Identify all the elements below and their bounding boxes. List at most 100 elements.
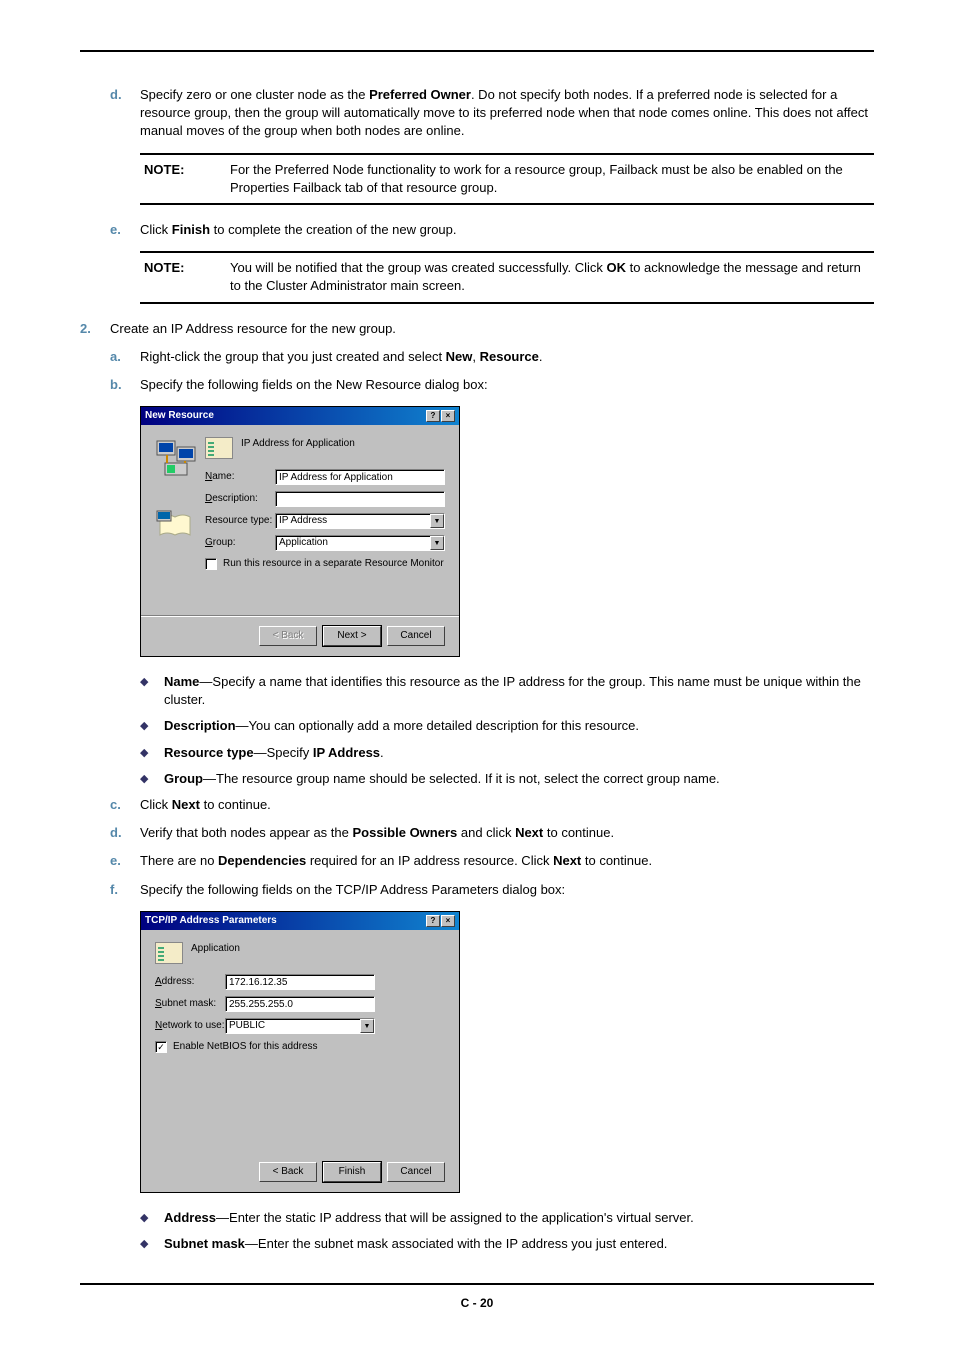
marker-c: c. bbox=[110, 796, 140, 814]
select-value: Application bbox=[279, 536, 328, 550]
header-row: IP Address for Application bbox=[205, 437, 445, 459]
step-2c-text: Click Next to continue. bbox=[140, 796, 874, 814]
netbios-checkbox[interactable]: ✓ bbox=[155, 1041, 167, 1053]
help-button[interactable]: ? bbox=[426, 915, 440, 927]
step-2b-text: Specify the following fields on the New … bbox=[140, 376, 874, 394]
window-buttons: ? × bbox=[426, 410, 455, 422]
back-button[interactable]: < Back bbox=[259, 1162, 317, 1182]
text: —Enter the static IP address that will b… bbox=[216, 1210, 694, 1225]
subnet-row: Subnet mask: 255.255.255.0 bbox=[155, 996, 445, 1012]
note-label: NOTE: bbox=[140, 259, 230, 295]
help-button[interactable]: ? bbox=[426, 410, 440, 422]
marker-f: f. bbox=[110, 881, 140, 899]
note-label: NOTE: bbox=[140, 161, 230, 197]
marker-d: d. bbox=[110, 86, 140, 141]
bold: Subnet mask bbox=[164, 1236, 245, 1251]
dropdown-arrow-icon: ▼ bbox=[360, 1019, 374, 1033]
group-select[interactable]: Application ▼ bbox=[275, 535, 445, 551]
wizard-graphic bbox=[155, 437, 205, 607]
address-label: Address: bbox=[155, 975, 225, 989]
description-label: Description: bbox=[205, 492, 275, 506]
network-label: Network to use: bbox=[155, 1019, 225, 1033]
separate-monitor-checkbox[interactable] bbox=[205, 558, 217, 570]
bold: Name bbox=[164, 674, 199, 689]
diamond-bullet-icon: ◆ bbox=[140, 717, 164, 735]
select-value: IP Address bbox=[279, 514, 327, 528]
bullets-tcpip: ◆ Address—Enter the static IP address th… bbox=[140, 1209, 874, 1253]
titlebar: TCP/IP Address Parameters ? × bbox=[141, 912, 459, 930]
dialog-body: Application Address: 172.16.12.35 Subnet… bbox=[141, 930, 459, 1152]
select-value: PUBLIC bbox=[229, 1019, 265, 1033]
name-input[interactable]: IP Address for Application bbox=[275, 469, 445, 485]
bold: Group bbox=[164, 771, 203, 786]
diamond-bullet-icon: ◆ bbox=[140, 673, 164, 709]
cancel-button[interactable]: Cancel bbox=[387, 1162, 445, 1182]
resource-icon bbox=[205, 437, 233, 459]
address-row: Address: 172.16.12.35 bbox=[155, 974, 445, 990]
bold: Address bbox=[164, 1210, 216, 1225]
next-button[interactable]: Next > bbox=[323, 626, 381, 646]
window-buttons: ? × bbox=[426, 915, 455, 927]
resource-type-row: Resource type: IP Address ▼ bbox=[205, 513, 445, 529]
marker-a: a. bbox=[110, 348, 140, 366]
bold: Next bbox=[172, 797, 200, 812]
bullet-text: Name—Specify a name that identifies this… bbox=[164, 673, 874, 709]
text: . bbox=[539, 349, 543, 364]
bold: Dependencies bbox=[218, 853, 306, 868]
subnet-input[interactable]: 255.255.255.0 bbox=[225, 996, 375, 1012]
diamond-bullet-icon: ◆ bbox=[140, 1235, 164, 1253]
marker-d2: d. bbox=[110, 824, 140, 842]
network-row: Network to use: PUBLIC ▼ bbox=[155, 1018, 445, 1034]
bullet-group: ◆ Group—The resource group name should b… bbox=[140, 770, 874, 788]
step-2-text: Create an IP Address resource for the ne… bbox=[110, 320, 874, 338]
bullet-name: ◆ Name—Specify a name that identifies th… bbox=[140, 673, 874, 709]
text: —The resource group name should be selec… bbox=[203, 771, 720, 786]
cancel-button[interactable]: Cancel bbox=[387, 626, 445, 646]
address-input[interactable]: 172.16.12.35 bbox=[225, 974, 375, 990]
book-icon bbox=[155, 505, 205, 550]
header-text: IP Address for Application bbox=[241, 437, 355, 451]
dropdown-arrow-icon: ▼ bbox=[430, 514, 444, 528]
description-input[interactable] bbox=[275, 491, 445, 507]
text: —Specify a name that identifies this res… bbox=[164, 674, 861, 707]
step-2e-text: There are no Dependencies required for a… bbox=[140, 852, 874, 870]
dialog-body: IP Address for Application Name: IP Addr… bbox=[141, 425, 459, 615]
finish-button[interactable]: Finish bbox=[323, 1162, 381, 1182]
step-1e-text: Click Finish to complete the creation of… bbox=[140, 221, 874, 239]
note-box-2: NOTE: You will be notified that the grou… bbox=[140, 251, 874, 303]
text: —Specify bbox=[254, 745, 313, 760]
close-button[interactable]: × bbox=[441, 915, 455, 927]
text: Click bbox=[140, 797, 172, 812]
diamond-bullet-icon: ◆ bbox=[140, 1209, 164, 1227]
bullet-address: ◆ Address—Enter the static IP address th… bbox=[140, 1209, 874, 1227]
name-row: Name: IP Address for Application bbox=[205, 469, 445, 485]
text: Click bbox=[140, 222, 172, 237]
note-text: For the Preferred Node functionality to … bbox=[230, 161, 874, 197]
diamond-bullet-icon: ◆ bbox=[140, 770, 164, 788]
text: to continue. bbox=[543, 825, 614, 840]
resource-type-select[interactable]: IP Address ▼ bbox=[275, 513, 445, 529]
checkbox-label: Run this resource in a separate Resource… bbox=[223, 557, 444, 571]
group-row: Group: Application ▼ bbox=[205, 535, 445, 551]
text: to continue. bbox=[581, 853, 652, 868]
form-fields: IP Address for Application Name: IP Addr… bbox=[205, 437, 445, 607]
tcpip-parameters-dialog: TCP/IP Address Parameters ? × Applicatio… bbox=[140, 911, 460, 1193]
marker-b: b. bbox=[110, 376, 140, 394]
back-button: < Back bbox=[259, 626, 317, 646]
step-1d-text: Specify zero or one cluster node as the … bbox=[140, 86, 874, 141]
text: There are no bbox=[140, 853, 218, 868]
text: —Enter the subnet mask associated with t… bbox=[245, 1236, 668, 1251]
header-row: Application bbox=[155, 942, 445, 964]
bullet-text: Description—You can optionally add a mor… bbox=[164, 717, 874, 735]
close-button[interactable]: × bbox=[441, 410, 455, 422]
bullet-text: Group—The resource group name should be … bbox=[164, 770, 874, 788]
netbios-row: ✓ Enable NetBIOS for this address bbox=[155, 1040, 445, 1054]
bullet-resource-type: ◆ Resource type—Specify IP Address. bbox=[140, 744, 874, 762]
text: , bbox=[472, 349, 479, 364]
description-row: Description: bbox=[205, 491, 445, 507]
network-select[interactable]: PUBLIC ▼ bbox=[225, 1018, 375, 1034]
diamond-bullet-icon: ◆ bbox=[140, 744, 164, 762]
text: to complete the creation of the new grou… bbox=[210, 222, 456, 237]
page-number: C - 20 bbox=[80, 1295, 874, 1312]
titlebar: New Resource ? × bbox=[141, 407, 459, 425]
